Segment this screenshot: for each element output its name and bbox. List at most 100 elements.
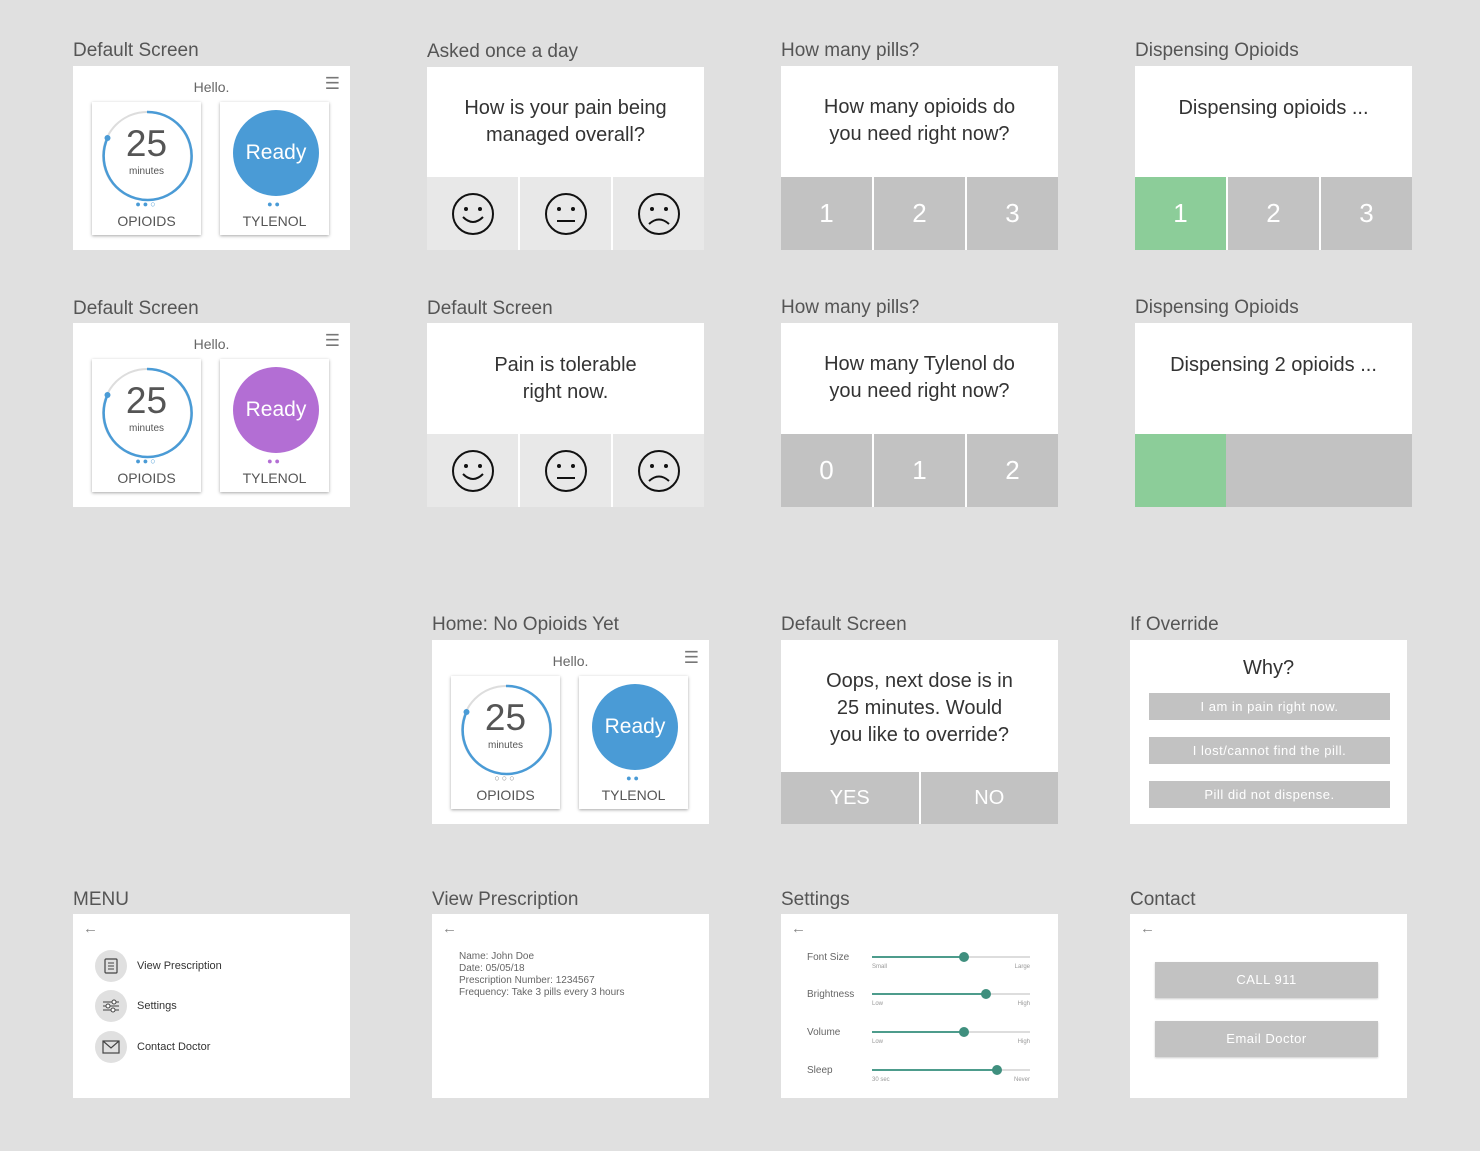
back-arrow-icon[interactable]: ←	[1140, 920, 1155, 937]
section-label: If Override	[1130, 614, 1219, 635]
font-size-setting: Font Size Small Large	[807, 952, 1030, 982]
sad-face-icon	[637, 449, 680, 492]
slider-knob[interactable]	[958, 952, 969, 962]
sleep-slider[interactable]	[872, 1065, 1030, 1075]
neutral-face-button[interactable]	[520, 434, 611, 507]
dose-dots: ○○○	[494, 773, 517, 783]
opioids-tile[interactable]: 25 minutes ○○○ OPIOIDS	[451, 676, 560, 809]
hamburger-menu-icon[interactable]: ☰	[325, 331, 340, 351]
dispense-option-2[interactable]: 2	[1228, 177, 1319, 250]
opioid-count-card: How many opioids do you need right now? …	[781, 66, 1058, 250]
slider-max-label: Large	[1014, 964, 1030, 970]
reason-not-dispensed-button[interactable]: Pill did not dispense.	[1149, 781, 1390, 808]
home-screen-card: Hello. ☰ 25 minutes ○○○ OPIOIDS Ready ●●…	[432, 640, 709, 824]
setting-label: Font Size	[807, 952, 850, 963]
back-arrow-icon[interactable]: ←	[791, 920, 806, 937]
happy-face-icon	[451, 449, 494, 492]
font-size-slider[interactable]	[872, 952, 1030, 962]
dispense-progress-bar	[1135, 434, 1412, 507]
ready-status: Ready	[592, 684, 678, 770]
dispense-progress-fill	[1135, 434, 1227, 507]
pain-statement-card: Pain is tolerable right now.	[427, 323, 704, 507]
settings-card: ← Font Size Small Large Brightness Low H…	[781, 914, 1058, 1098]
happy-face-button[interactable]	[427, 434, 518, 507]
sliders-icon	[95, 990, 127, 1022]
slider-min-label: Low	[872, 1001, 884, 1007]
dispensing-progress-card: Dispensing 2 opioids ...	[1135, 323, 1412, 507]
minutes-unit: minutes	[128, 166, 164, 177]
tylenol-count-1-button[interactable]: 1	[874, 434, 965, 507]
slider-max-label: High	[1017, 1001, 1030, 1007]
pain-question: How is your pain being managed overall?	[464, 97, 667, 146]
opioids-label: OPIOIDS	[476, 787, 535, 803]
override-reason-card: Why? I am in pain right now. I lost/cann…	[1130, 640, 1407, 824]
tylenol-count-2-button[interactable]: 2	[967, 434, 1058, 507]
dose-dots: ●●	[267, 199, 282, 209]
dose-dots: ●●	[626, 773, 641, 783]
section-label: Default Screen	[73, 298, 199, 319]
dose-dots: ●●	[267, 456, 282, 466]
section-label: Home: No Opioids Yet	[432, 614, 619, 635]
volume-setting: Volume Low High	[807, 1027, 1030, 1057]
section-label: Default Screen	[781, 614, 907, 635]
override-question: Oops, next dose is in 25 minutes. Would …	[826, 670, 1013, 746]
back-arrow-icon[interactable]: ←	[442, 920, 457, 937]
volume-slider[interactable]	[872, 1027, 1030, 1037]
sad-face-button[interactable]	[613, 177, 704, 250]
menu-item-contact-doctor[interactable]: Contact Doctor	[95, 1031, 210, 1063]
section-label: Dispensing Opioids	[1135, 40, 1299, 61]
menu-item-label: Contact Doctor	[137, 1041, 211, 1053]
ready-status: Ready	[233, 110, 319, 196]
prescription-details: Name: John Doe Date: 05/05/18 Prescripti…	[459, 951, 624, 999]
email-doctor-button[interactable]: Email Doctor	[1155, 1021, 1378, 1057]
tylenol-tile[interactable]: Ready ●● TYLENOL	[579, 676, 688, 809]
prescription-number: Prescription Number: 1234567	[459, 975, 595, 986]
neutral-face-button[interactable]	[520, 177, 611, 250]
greeting: Hello.	[552, 653, 589, 669]
prescription-name: Name: John Doe	[459, 951, 535, 962]
no-button[interactable]: NO	[920, 772, 1058, 824]
tylenol-tile[interactable]: Ready ●● TYLENOL	[220, 359, 329, 492]
opioid-question: How many opioids do you need right now?	[823, 96, 1016, 145]
section-label: Settings	[781, 889, 850, 910]
opioid-count-2-button[interactable]: 2	[874, 177, 965, 250]
opioids-tile[interactable]: 25 minutes ●●○ OPIOIDS	[92, 359, 201, 492]
dose-dots: ●●○	[135, 199, 158, 209]
minutes-unit: minutes	[128, 423, 164, 434]
call-911-button[interactable]: CALL 911	[1155, 962, 1378, 998]
opioid-count-1-button[interactable]: 1	[781, 177, 872, 250]
happy-face-button[interactable]	[427, 177, 518, 250]
menu-item-settings[interactable]: Settings	[95, 990, 177, 1022]
tylenol-label: TYLENOL	[242, 470, 307, 486]
menu-item-view-prescription[interactable]: View Prescription	[95, 950, 222, 982]
dispense-option-1-selected[interactable]: 1	[1135, 177, 1226, 250]
prescription-date: Date: 05/05/18	[459, 963, 525, 974]
slider-knob[interactable]	[980, 989, 991, 999]
tylenol-tile[interactable]: Ready ●● TYLENOL	[220, 102, 329, 235]
slider-knob[interactable]	[958, 1027, 969, 1037]
slider-min-label: 30 sec	[872, 1077, 890, 1083]
brightness-slider[interactable]	[872, 989, 1030, 999]
back-arrow-icon[interactable]: ←	[83, 920, 98, 937]
ready-status: Ready	[233, 367, 319, 453]
hamburger-menu-icon[interactable]: ☰	[325, 74, 340, 94]
reason-lost-pill-button[interactable]: I lost/cannot find the pill.	[1149, 737, 1390, 764]
tylenol-count-0-button[interactable]: 0	[781, 434, 872, 507]
hamburger-menu-icon[interactable]: ☰	[684, 648, 699, 668]
dispense-option-3[interactable]: 3	[1321, 177, 1412, 250]
brightness-setting: Brightness Low High	[807, 989, 1030, 1019]
section-label: Default Screen	[73, 40, 199, 61]
section-label: How many pills?	[781, 40, 920, 61]
prescription-card: ← Name: John Doe Date: 05/05/18 Prescrip…	[432, 914, 709, 1098]
slider-knob[interactable]	[991, 1065, 1002, 1075]
envelope-icon	[95, 1031, 127, 1063]
minutes-count: 25	[125, 123, 168, 164]
document-icon	[95, 950, 127, 982]
neutral-face-icon	[544, 449, 587, 492]
opioids-tile[interactable]: 25 minutes ●●○ OPIOIDS	[92, 102, 201, 235]
opioid-count-3-button[interactable]: 3	[967, 177, 1058, 250]
sad-face-button[interactable]	[613, 434, 704, 507]
dispensing-status: Dispensing opioids ...	[1178, 97, 1369, 119]
reason-in-pain-button[interactable]: I am in pain right now.	[1149, 693, 1390, 720]
yes-button[interactable]: YES	[781, 772, 919, 824]
